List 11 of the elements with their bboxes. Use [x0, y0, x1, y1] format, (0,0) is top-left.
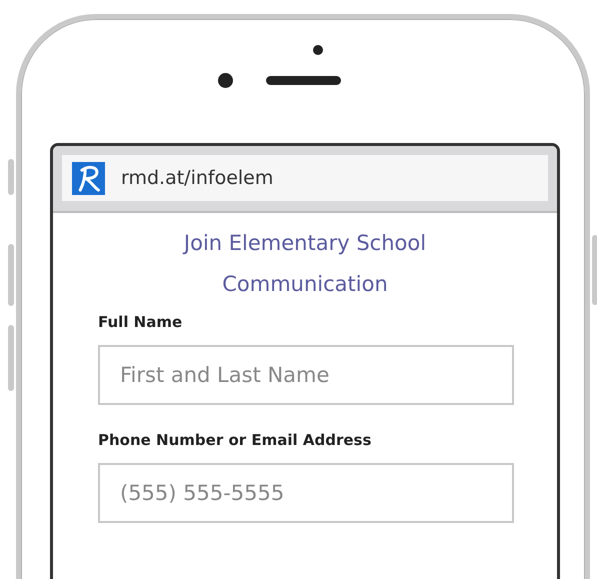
field-label: Full Name [98, 313, 184, 331]
site-logo-icon [72, 162, 105, 194]
url-text: rmd.at/infoelem [121, 167, 274, 189]
camera-dot-icon [313, 45, 323, 55]
address-bar[interactable]: rmd.at/infoelem [62, 155, 548, 201]
speaker-slot-icon [266, 76, 340, 85]
sensor-dot-icon [218, 73, 232, 88]
form-title: Join Elementary School Communication [182, 230, 428, 298]
field-label: Phone Number or Email Address [98, 431, 372, 449]
input-field[interactable]: (555) 555-5555 [98, 463, 514, 523]
input-field[interactable]: First and Last Name [98, 345, 514, 405]
